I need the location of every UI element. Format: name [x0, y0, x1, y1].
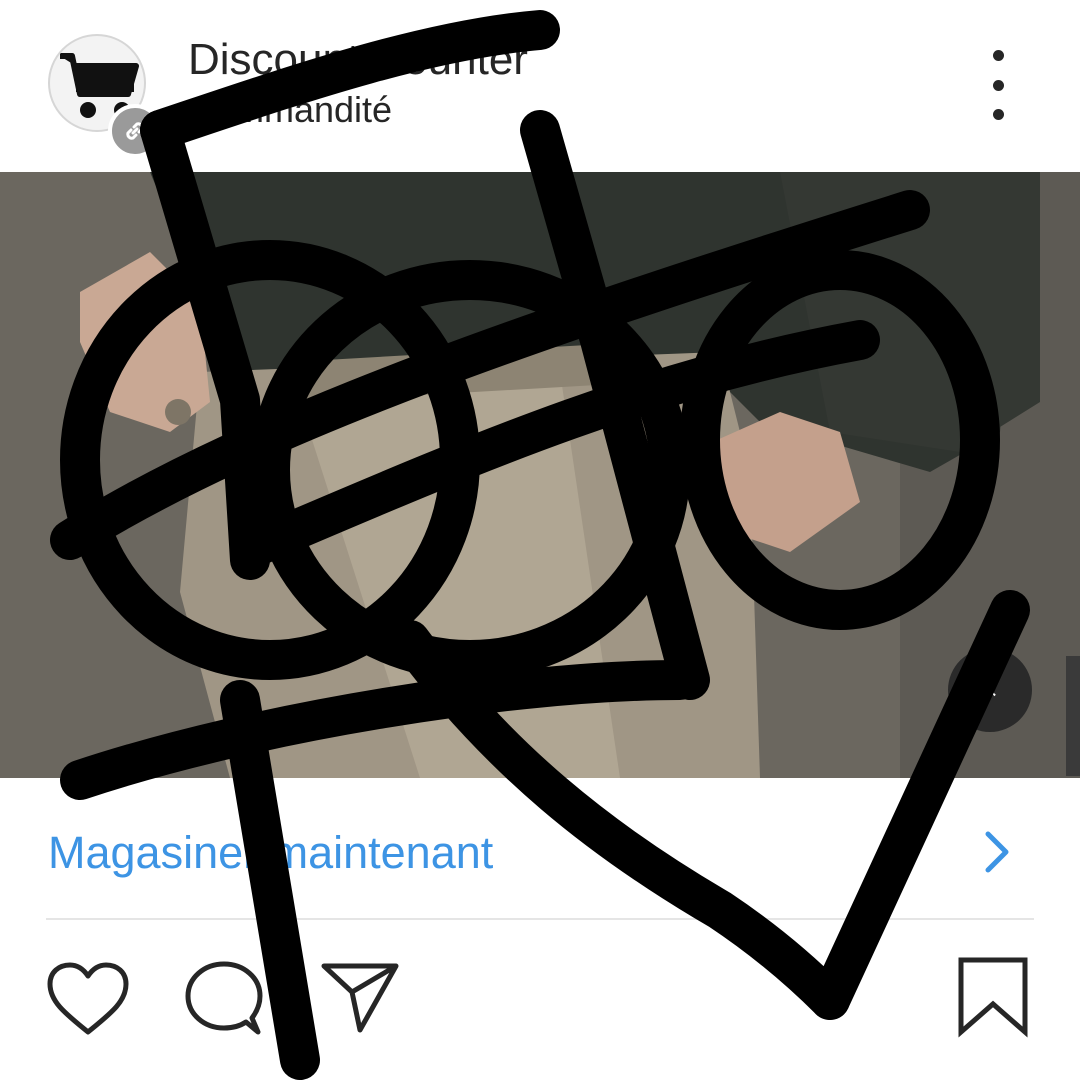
link-badge-icon	[108, 104, 162, 158]
post-video[interactable]	[0, 172, 1080, 778]
account-name[interactable]: Discount Counter	[188, 36, 528, 84]
more-options-button[interactable]	[970, 50, 1026, 120]
shop-now-link[interactable]: Magasiner maintenant	[48, 828, 493, 878]
post-header: Discount Counter Commandité	[0, 0, 1080, 172]
more-vertical-icon	[992, 50, 1004, 61]
paper-plane-icon[interactable]	[320, 962, 400, 1034]
sponsored-label: Commandité	[188, 89, 393, 130]
chevron-right-icon[interactable]	[982, 830, 1012, 874]
divider	[46, 918, 1034, 920]
comment-icon[interactable]	[184, 960, 264, 1038]
mute-toggle-button[interactable]: ×	[948, 648, 1032, 732]
bookmark-icon[interactable]	[956, 956, 1030, 1038]
scroll-edge	[1066, 656, 1080, 776]
heart-icon[interactable]	[46, 962, 130, 1036]
video-frame	[0, 172, 1080, 778]
muted-speaker-icon: ×	[982, 674, 998, 705]
